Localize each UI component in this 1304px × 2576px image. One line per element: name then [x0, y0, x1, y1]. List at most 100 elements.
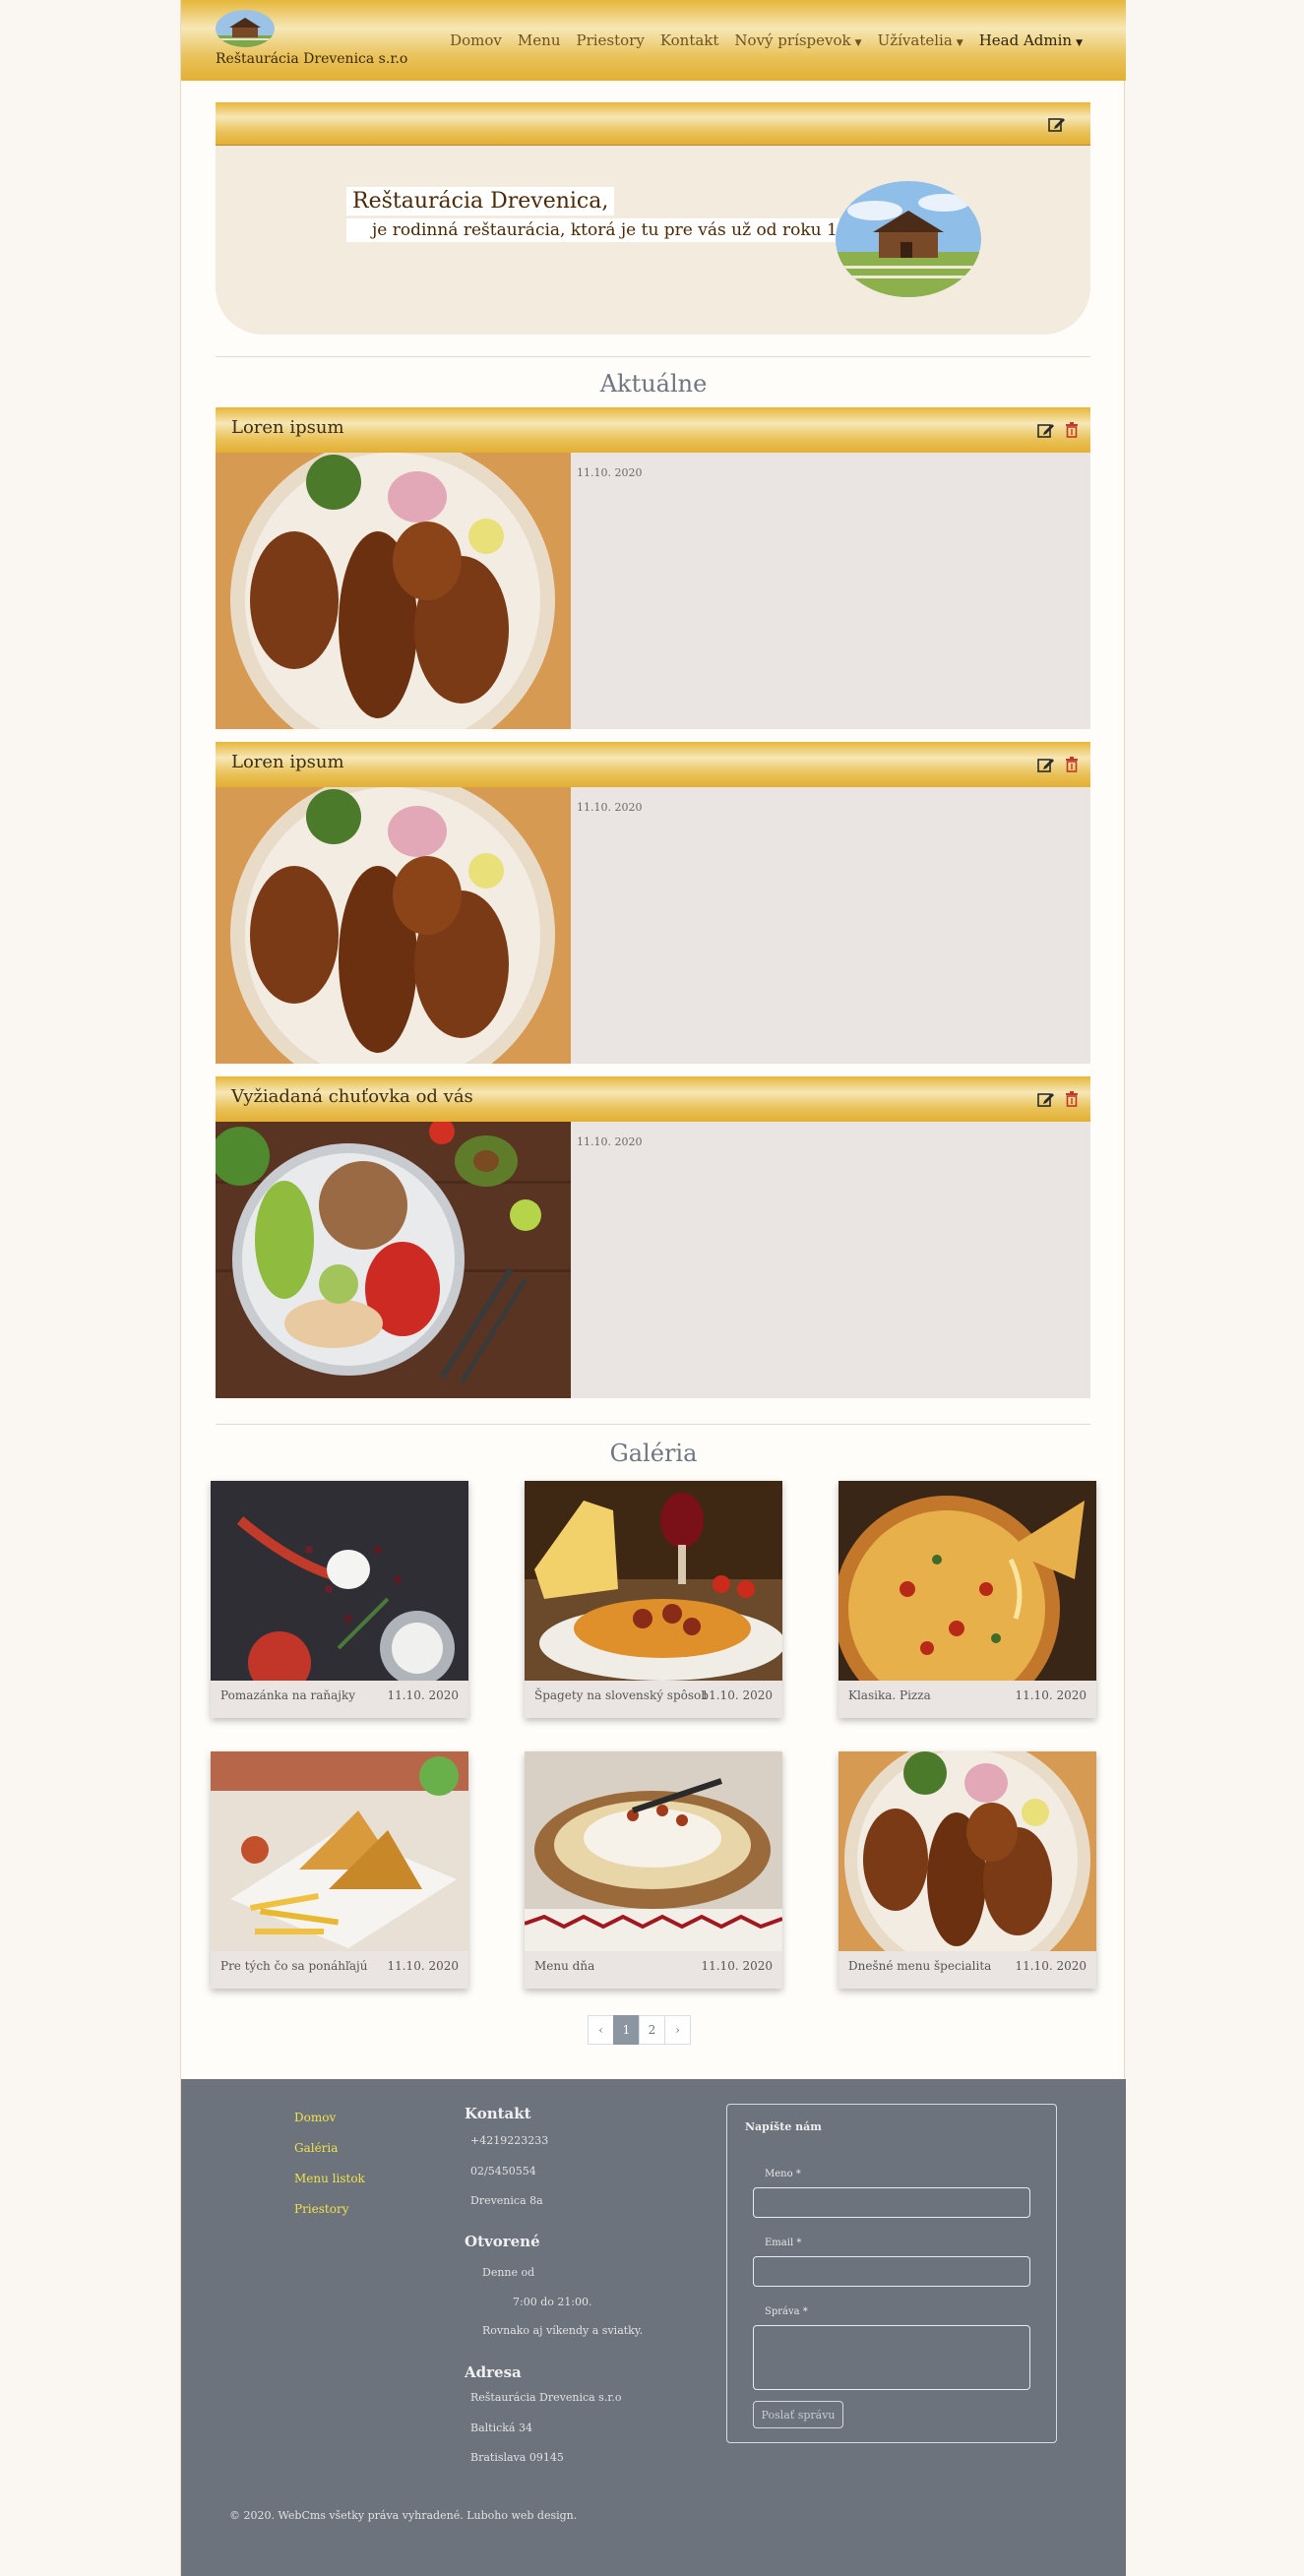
halusky-photo	[525, 1751, 782, 1951]
caret-down-icon: ▼	[1076, 38, 1083, 48]
divider	[216, 1424, 1090, 1425]
post-title: Loren ipsum	[231, 752, 344, 772]
page-container: Reštaurácia Drevenica s.r.o Domov Menu P…	[180, 0, 1126, 2576]
footer: Domov Galéria Menu listok Priestory Kont…	[181, 2079, 1126, 2576]
gallery-caption: Dnešné menu špecialita	[848, 1959, 992, 1973]
footer-hours-heading: Otvorené	[465, 2233, 540, 2250]
main-nav: Domov Menu Priestory Kontakt Nový príspe…	[450, 31, 1083, 49]
gallery-card[interactable]: Dnešné menu špecialita 11.10. 2020	[838, 1751, 1096, 1989]
gallery-card[interactable]: Pre tých čo sa ponáhľajú 11.10. 2020	[211, 1751, 468, 1989]
post-body: 11.10. 2020	[216, 787, 1090, 1064]
spaghetti-photo	[525, 1481, 782, 1681]
restaurant-photo	[836, 181, 981, 297]
gallery-caption: Pre tých čo sa ponáhľajú	[220, 1959, 368, 1973]
footer-address-street: Baltická 34	[470, 2422, 532, 2434]
nav-account-dropdown[interactable]: Head Admin ▼	[979, 31, 1083, 49]
nav-users-dropdown[interactable]: Užívatelia ▼	[878, 31, 963, 49]
footer-company: Reštaurácia Drevenica s.r.o	[470, 2391, 622, 2404]
gallery-date: 11.10. 2020	[1015, 1688, 1087, 1702]
edit-icon[interactable]	[1037, 1091, 1055, 1107]
nav-account-label: Head Admin	[978, 31, 1073, 49]
news-post: Vyžiadaná chuťovka od vás 11.10. 2020	[216, 1076, 1090, 1398]
chicken-photo	[216, 453, 571, 729]
copyright: © 2020. WebCms všetky práva vyhradené. L…	[229, 2509, 578, 2522]
post-body: 11.10. 2020	[216, 453, 1090, 729]
post-title: Loren ipsum	[231, 417, 344, 438]
brand-name[interactable]: Reštaurácia Drevenica s.r.o	[216, 51, 407, 67]
hero-title: Reštaurácia Drevenica,	[346, 187, 615, 215]
footer-city: Bratislava 09145	[470, 2451, 564, 2464]
trash-icon[interactable]	[1063, 422, 1081, 438]
gallery-caption: Klasika. Pizza	[848, 1688, 931, 1702]
name-input[interactable]	[753, 2187, 1030, 2218]
footer-hours-line: Denne od	[482, 2266, 535, 2279]
footer-link-home[interactable]: Domov	[294, 2103, 365, 2133]
send-message-button[interactable]: Poslať správu	[753, 2401, 843, 2428]
trash-icon[interactable]	[1063, 1091, 1081, 1107]
pagination-page-2[interactable]: 2	[639, 2015, 665, 2045]
gallery-date: 11.10. 2020	[1015, 1959, 1087, 1973]
footer-phone-landline: 02/5450554	[470, 2165, 536, 2177]
gallery-card[interactable]: Menu dňa 11.10. 2020	[525, 1751, 782, 1989]
gallery-date: 11.10. 2020	[701, 1688, 773, 1702]
nav-rooms[interactable]: Priestory	[576, 31, 644, 49]
gallery-heading: Galéria	[609, 1440, 698, 1467]
brand-logo[interactable]	[216, 10, 275, 47]
edit-icon[interactable]	[1048, 116, 1066, 132]
caret-down-icon: ▼	[854, 38, 862, 48]
news-post: Loren ipsum 11.10. 2020	[216, 742, 1090, 1064]
gallery-date: 11.10. 2020	[701, 1959, 773, 1973]
post-title: Vyžiadaná chuťovka od vás	[231, 1086, 473, 1107]
gallery-caption: Pomazánka na raňajky	[220, 1688, 356, 1702]
sandwich-fries-photo	[211, 1751, 468, 1951]
edit-icon[interactable]	[1037, 422, 1055, 438]
chicken-photo	[838, 1751, 1096, 1951]
email-input[interactable]	[753, 2256, 1030, 2287]
gallery-card[interactable]: Pomazánka na raňajky 11.10. 2020	[211, 1481, 468, 1718]
nav-users-label: Užívatelia	[877, 31, 953, 49]
edit-icon[interactable]	[1037, 757, 1055, 772]
gallery-caption: Menu dňa	[534, 1959, 595, 1973]
nav-home[interactable]: Domov	[450, 31, 502, 49]
gallery-caption: Špagety na slovenský spôsob	[534, 1688, 709, 1702]
footer-contact-heading: Kontakt	[465, 2105, 531, 2122]
pagination-prev[interactable]: ‹	[588, 2015, 614, 2045]
gallery-date: 11.10. 2020	[387, 1959, 459, 1973]
pagination-page-1[interactable]: 1	[613, 2015, 640, 2045]
caret-down-icon: ▼	[956, 38, 963, 48]
pagination: ‹ 1 2 ›	[588, 2015, 691, 2045]
footer-link-rooms[interactable]: Priestory	[294, 2194, 365, 2225]
hero-panel: Reštaurácia Drevenica, je rodinná reštau…	[216, 102, 1090, 335]
trash-icon[interactable]	[1063, 757, 1081, 772]
footer-hours-note: Rovnako aj víkendy a sviatky.	[482, 2324, 644, 2337]
pagination-next[interactable]: ›	[664, 2015, 691, 2045]
news-heading: Aktuálne	[599, 370, 708, 398]
message-label: Správa *	[765, 2306, 808, 2317]
post-date: 11.10. 2020	[577, 801, 643, 814]
footer-address-heading: Adresa	[465, 2363, 522, 2381]
navbar: Reštaurácia Drevenica s.r.o Domov Menu P…	[181, 0, 1126, 81]
nav-menu[interactable]: Menu	[518, 31, 561, 49]
message-textarea[interactable]	[753, 2325, 1030, 2390]
nav-new-post-dropdown[interactable]: Nový príspevok ▼	[734, 31, 861, 49]
contact-form-title: Napíšte nám	[745, 2120, 822, 2133]
salad-bowl-photo	[216, 1122, 571, 1398]
post-header: Vyžiadaná chuťovka od vás	[216, 1076, 1090, 1122]
footer-link-gallery[interactable]: Galéria	[294, 2133, 365, 2164]
footer-hours-time: 7:00 do 21:00.	[513, 2296, 592, 2308]
nav-contact[interactable]: Kontakt	[660, 31, 719, 49]
contact-form: Napíšte nám Meno * Email * Správa * Posl…	[726, 2104, 1057, 2443]
email-label: Email *	[765, 2238, 802, 2248]
post-date: 11.10. 2020	[577, 466, 643, 479]
spread-photo	[211, 1481, 468, 1681]
pizza-photo	[838, 1481, 1096, 1681]
footer-phone: +4219223233	[470, 2134, 549, 2147]
gallery-card[interactable]: Klasika. Pizza 11.10. 2020	[838, 1481, 1096, 1718]
post-date: 11.10. 2020	[577, 1135, 643, 1148]
gallery-card[interactable]: Špagety na slovenský spôsob 11.10. 2020	[525, 1481, 782, 1718]
footer-street: Drevenica 8a	[470, 2194, 543, 2207]
footer-links: Domov Galéria Menu listok Priestory	[294, 2103, 365, 2225]
name-label: Meno *	[765, 2169, 801, 2179]
divider	[216, 356, 1090, 357]
footer-link-menu[interactable]: Menu listok	[294, 2164, 365, 2194]
